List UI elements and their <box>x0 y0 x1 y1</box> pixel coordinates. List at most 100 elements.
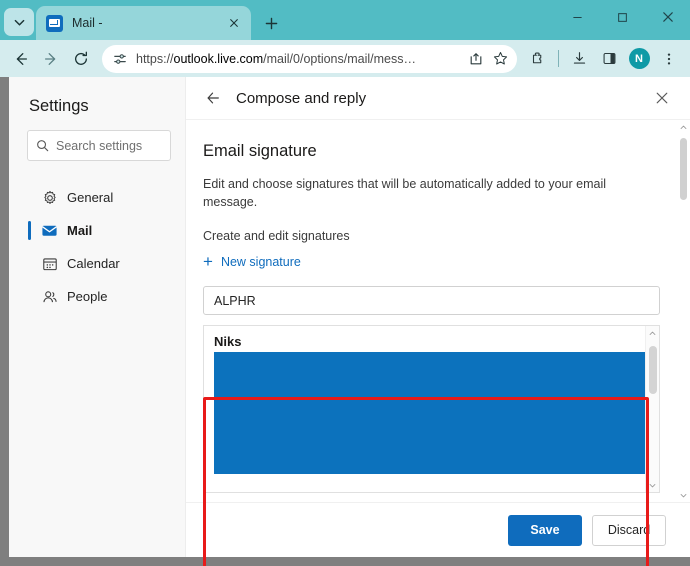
page-scrollbar-bottom[interactable] <box>0 557 690 566</box>
address-bar[interactable]: https://outlook.live.com/mail/0/options/… <box>102 44 517 73</box>
window-controls <box>555 0 690 34</box>
sidebar-item-mail[interactable]: Mail <box>9 214 185 247</box>
tab-strip: Mail - <box>0 0 690 40</box>
sidebar-item-label: Mail <box>67 223 93 238</box>
sidebar-item-people[interactable]: People <box>9 280 185 313</box>
envelope-icon <box>41 222 58 239</box>
new-signature-button[interactable]: + New signature <box>203 253 301 270</box>
caret-up-icon[interactable] <box>646 326 659 340</box>
minimize-icon <box>573 16 582 18</box>
tab-title: Mail - <box>72 16 103 30</box>
forward-button[interactable] <box>36 44 66 74</box>
page-scrollbar-left[interactable] <box>0 77 9 566</box>
signature-editor-scrollbar[interactable] <box>645 326 659 493</box>
caret-down-icon <box>680 493 686 497</box>
close-dialog-button[interactable] <box>648 84 676 112</box>
detail-footer: Save Discard <box>186 502 690 557</box>
close-window-button[interactable] <box>645 0 690 34</box>
puzzle-icon <box>532 52 541 64</box>
signature-name-input[interactable] <box>203 286 660 316</box>
tab-search-button[interactable] <box>4 8 34 36</box>
side-panel-icon <box>603 52 615 65</box>
bookmark-button[interactable] <box>489 48 511 70</box>
save-button[interactable]: Save <box>508 514 582 546</box>
url-path: /mail/0/options/mail/mess… <box>263 51 416 66</box>
new-signature-label: New signature <box>220 254 301 269</box>
search-icon <box>37 140 49 152</box>
search-settings-box[interactable] <box>27 130 171 161</box>
section-title: Email signature <box>203 142 317 160</box>
calendar-icon <box>41 255 58 272</box>
scroll-track[interactable] <box>676 134 690 488</box>
profile-button[interactable]: N <box>624 44 654 74</box>
minimize-button[interactable] <box>555 0 600 34</box>
close-icon <box>662 12 673 22</box>
tab-close-button[interactable] <box>225 14 243 32</box>
page-viewport: Settings General <box>0 77 690 566</box>
forward-arrow-icon <box>45 52 56 65</box>
maximize-button[interactable] <box>600 0 645 34</box>
chevron-down-icon <box>14 19 24 26</box>
signature-editor-text: Niks <box>214 334 242 350</box>
scroll-up-button[interactable] <box>676 120 690 134</box>
outlook-icon <box>46 14 63 32</box>
new-tab-button[interactable] <box>257 9 285 37</box>
detail-body: Email signature Edit and choose signatur… <box>186 120 690 502</box>
tune-icon <box>114 53 126 64</box>
sidebar-item-label: People <box>67 289 108 304</box>
close-icon <box>656 92 668 104</box>
save-to-drive-icon <box>470 52 482 64</box>
share-save-icon[interactable] <box>465 48 487 70</box>
editor-scroll-track[interactable] <box>646 340 659 478</box>
create-edit-signatures-label: Create and edit signatures <box>203 229 350 244</box>
settings-title: Settings <box>29 97 89 115</box>
url-scheme: https:// <box>136 51 174 66</box>
signature-editor[interactable]: Niks <box>203 325 660 494</box>
section-description: Edit and choose signatures that will be … <box>203 177 607 210</box>
side-panel-button[interactable] <box>594 44 624 74</box>
scroll-down-button[interactable] <box>676 488 690 502</box>
maximize-icon <box>618 12 627 22</box>
back-arrow-icon <box>16 52 27 65</box>
toolbar-divider <box>558 50 559 67</box>
detail-pane-scrollbar[interactable] <box>676 120 690 502</box>
plus-icon <box>265 17 277 29</box>
editor-scroll-thumb[interactable] <box>649 346 657 395</box>
discard-button[interactable]: Discard <box>592 514 666 546</box>
url-domain: outlook.live.com <box>173 51 264 66</box>
settings-detail-pane: Compose and reply Email signature Edit a… <box>186 77 690 557</box>
detail-header: Compose and reply <box>186 77 690 120</box>
url-text: https://outlook.live.com/mail/0/options/… <box>136 52 465 66</box>
signature-selection-block <box>214 352 649 475</box>
reload-button[interactable] <box>66 44 96 74</box>
site-settings-icon[interactable] <box>110 49 130 69</box>
browser-menu-button[interactable] <box>654 44 684 74</box>
sidebar-item-calendar[interactable]: Calendar <box>9 247 185 280</box>
back-arrow-icon <box>207 92 219 104</box>
avatar: N <box>628 48 650 69</box>
sidebar-item-label: Calendar <box>67 256 120 271</box>
browser-tab[interactable]: Mail - <box>36 6 251 40</box>
settings-sidebar: Settings General <box>9 77 186 557</box>
three-dots-icon <box>667 52 671 65</box>
page-title: Compose and reply <box>236 89 367 107</box>
settings-dialog: Settings General <box>9 77 690 557</box>
download-icon <box>573 52 585 64</box>
scroll-thumb[interactable] <box>680 138 687 200</box>
sidebar-item-general[interactable]: General <box>9 181 185 214</box>
extensions-button[interactable] <box>523 44 553 74</box>
reload-icon <box>75 51 87 65</box>
caret-up-icon <box>680 125 686 129</box>
star-icon <box>493 52 507 65</box>
gear-icon <box>41 189 58 206</box>
plus-icon: + <box>203 252 213 272</box>
sidebar-item-label: General <box>67 190 114 205</box>
back-button[interactable] <box>6 44 36 74</box>
caret-down-icon[interactable] <box>646 478 659 492</box>
close-icon <box>230 19 238 27</box>
people-icon <box>41 288 58 305</box>
search-input[interactable] <box>56 138 162 153</box>
back-button[interactable] <box>200 85 226 111</box>
downloads-button[interactable] <box>564 44 594 74</box>
browser-toolbar: https://outlook.live.com/mail/0/options/… <box>0 40 690 77</box>
